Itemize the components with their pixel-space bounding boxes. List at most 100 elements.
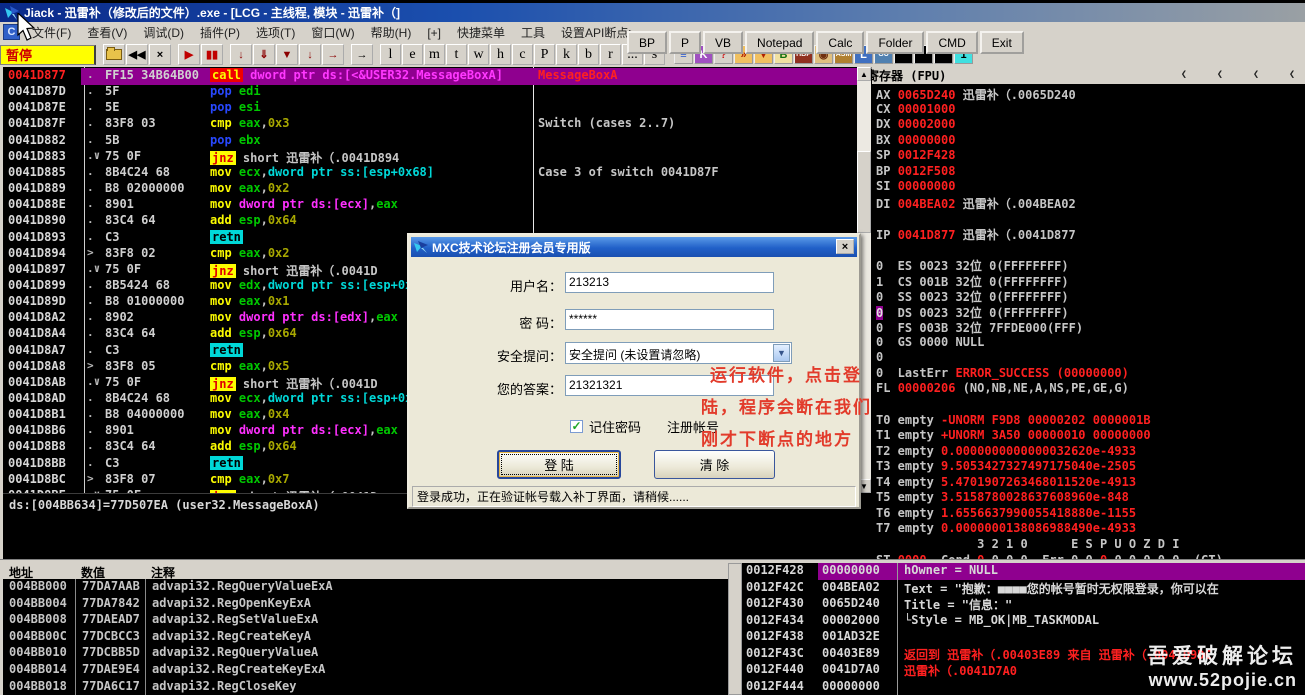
tool-icon[interactable]: → bbox=[351, 44, 373, 65]
close-icon[interactable]: × bbox=[836, 239, 854, 254]
disasm-row[interactable]: 0041D883.∨75 0Fjnz short 迅雷补（.0041D894 bbox=[3, 149, 857, 166]
password-input[interactable]: ****** bbox=[565, 309, 774, 330]
tool-icon[interactable]: ↓ bbox=[230, 44, 252, 65]
dump-row[interactable]: 004BB01477DAE9E4advapi32.RegCreateKeyExA bbox=[3, 662, 728, 679]
register-line[interactable]: AX 0065D240 迅雷补（.0065D240 bbox=[876, 86, 1076, 102]
tool-icon[interactable]: → bbox=[322, 44, 344, 65]
menu-item[interactable]: 工具 bbox=[513, 22, 553, 43]
scroll-up-arrow[interactable]: ▲ bbox=[857, 67, 871, 81]
stack-row[interactable]: 0012F42800000000hOwner = NULL bbox=[742, 563, 1305, 580]
disasm-row[interactable]: 0041D890.83C4 64add esp,0x64 bbox=[3, 213, 857, 230]
quick-button-cmd[interactable]: CMD bbox=[926, 31, 977, 54]
quick-button-notepad[interactable]: Notepad bbox=[745, 31, 814, 54]
register-line[interactable]: BP 0012F508 bbox=[876, 164, 955, 180]
login-button[interactable]: 登 陆 bbox=[497, 450, 621, 479]
disasm-row[interactable]: 0041D882.5Bpop ebx bbox=[3, 133, 857, 150]
register-line[interactable]: SP 0012F428 bbox=[876, 148, 955, 164]
register-line[interactable]: 0 LastErr ERROR_SUCCESS (00000000) bbox=[876, 366, 1129, 382]
register-line[interactable]: 0 SS 0023 32位 0(FFFFFFFF) bbox=[876, 288, 1069, 304]
register-line[interactable]: SI 00000000 bbox=[876, 179, 955, 195]
tool-icon[interactable]: ↓ bbox=[299, 44, 321, 65]
register-line[interactable]: T0 empty -UNORM F9D8 00000202 0000001B bbox=[876, 413, 1151, 429]
scroll-thumb[interactable] bbox=[857, 151, 871, 233]
menu-item[interactable]: 插件(P) bbox=[192, 22, 248, 43]
dump-row[interactable]: 004BB00477DA7842advapi32.RegOpenKeyExA bbox=[3, 596, 728, 613]
registers-pane[interactable]: 寄存器 (FPU) ❮❮❮❮ AX 0065D240 迅雷补（.0065D240… bbox=[872, 67, 1305, 560]
tool-icon[interactable]: ▼ bbox=[276, 44, 298, 65]
dump-row[interactable]: 004BB00877DAEAD7advapi32.RegSetValueExA bbox=[3, 612, 728, 629]
register-line[interactable]: 0 DS 0023 32位 0(FFFFFFFF) bbox=[876, 304, 1069, 320]
register-line[interactable]: 1 CS 001B 32位 0(FFFFFFFF) bbox=[876, 273, 1069, 289]
quick-button-folder[interactable]: Folder bbox=[866, 31, 924, 54]
quick-button-exit[interactable]: Exit bbox=[980, 31, 1024, 54]
menu-item[interactable]: 选项(T) bbox=[248, 22, 303, 43]
register-line[interactable]: T4 empty 5.4701907263468011520e-4913 bbox=[876, 475, 1136, 491]
register-line[interactable]: 0 ES 0023 32位 0(FFFFFFFF) bbox=[876, 257, 1069, 273]
remember-password-checkbox[interactable]: ✓ bbox=[570, 420, 583, 433]
disasm-row[interactable]: 0041D885.8B4C24 68mov ecx,dword ptr ss:[… bbox=[3, 165, 857, 182]
dump-row[interactable]: 004BB01077DCBB5Dadvapi32.RegQueryValueA bbox=[3, 645, 728, 662]
pane-button-P[interactable]: P bbox=[534, 44, 555, 65]
stack-row[interactable]: 0012F43400002000└Style = MB_OK|MB_TASKMO… bbox=[742, 613, 1305, 630]
disasm-row[interactable]: 0041D88E.8901mov dword ptr ds:[ecx],eax bbox=[3, 197, 857, 214]
tool-icon[interactable]: × bbox=[149, 44, 171, 65]
register-line[interactable]: 0 GS 0000 NULL bbox=[876, 335, 984, 351]
disasm-row[interactable]: 0041D877.FF15 34B64B00call dword ptr ds:… bbox=[3, 68, 857, 85]
pane-button-r[interactable]: r bbox=[600, 44, 621, 65]
menu-item[interactable]: 帮助(H) bbox=[363, 22, 420, 43]
tool-icon[interactable]: ⇓ bbox=[253, 44, 275, 65]
stack-row[interactable]: 0012F4300065D240Title = "信息：" bbox=[742, 596, 1305, 613]
quick-button-vb[interactable]: VB bbox=[703, 31, 743, 54]
register-line[interactable]: IP 0041D877 迅雷补（.0041D877 bbox=[876, 226, 1076, 242]
register-line[interactable]: T7 empty 0.0000000138086988490e-4933 bbox=[876, 521, 1136, 537]
register-line[interactable]: BX 00000000 bbox=[876, 133, 955, 149]
menu-item[interactable]: [+] bbox=[419, 24, 449, 42]
pane-button-e[interactable]: e bbox=[402, 44, 423, 65]
tool-icon[interactable]: ◀◀ bbox=[126, 44, 148, 65]
menu-item[interactable]: 调试(D) bbox=[135, 22, 192, 43]
open-file-icon[interactable] bbox=[103, 44, 125, 65]
pane-button-t[interactable]: t bbox=[446, 44, 467, 65]
dialog-title-bar[interactable]: MXC技术论坛注册会员专用版 × bbox=[411, 237, 857, 257]
chevron-down-icon[interactable]: ▼ bbox=[773, 344, 790, 362]
pane-button-w[interactable]: w bbox=[468, 44, 489, 65]
stack-row[interactable]: 0012F42C004BEA02Text = "抱歉：■■■■您的帐号暂时无权限… bbox=[742, 580, 1305, 597]
dump-row[interactable]: 004BB00077DA7AABadvapi32.RegQueryValueEx… bbox=[3, 579, 728, 596]
register-line[interactable]: DX 00002000 bbox=[876, 117, 955, 133]
pane-button-m[interactable]: m bbox=[424, 44, 445, 65]
register-line[interactable]: 3 2 1 0 E S P U O Z D I bbox=[876, 537, 1179, 553]
register-line[interactable]: T6 empty 1.6556637990055418880e-1155 bbox=[876, 506, 1136, 522]
pane-button-b[interactable]: b bbox=[578, 44, 599, 65]
registers-scroll-arrows[interactable]: ❮❮❮❮ bbox=[1181, 69, 1295, 80]
tool-icon[interactable]: ▮▮ bbox=[201, 44, 223, 65]
quick-button-bp[interactable]: BP bbox=[627, 31, 667, 54]
disasm-row[interactable]: 0041D889.B8 02000000mov eax,0x2 bbox=[3, 181, 857, 198]
register-line[interactable]: T3 empty 9.5053427327497175040e-2505 bbox=[876, 459, 1136, 475]
register-line[interactable]: DI 004BEA02 迅雷补（.004BEA02 bbox=[876, 195, 1076, 211]
dump-scrollbar[interactable] bbox=[728, 563, 742, 695]
dump-row[interactable]: 004BB00C77DCBCC3advapi32.RegCreateKeyA bbox=[3, 629, 728, 646]
pane-button-k[interactable]: k bbox=[556, 44, 577, 65]
quick-button-calc[interactable]: Calc bbox=[816, 31, 864, 54]
disasm-row[interactable]: 0041D87D.5Fpop edi bbox=[3, 84, 857, 101]
register-line[interactable]: FL 00000206 (NO,NB,NE,A,NS,PE,GE,G) bbox=[876, 381, 1129, 397]
pane-button-c[interactable]: c bbox=[512, 44, 533, 65]
tool-icon[interactable]: ▶ bbox=[178, 44, 200, 65]
register-line[interactable]: 0 FS 003B 32位 7FFDE000(FFF) bbox=[876, 319, 1083, 335]
pane-button-h[interactable]: h bbox=[490, 44, 511, 65]
menu-item[interactable]: 快捷菜单 bbox=[449, 22, 513, 43]
quick-button-p[interactable]: P bbox=[669, 31, 701, 54]
register-line[interactable]: T5 empty 3.5158780028637608960e-848 bbox=[876, 490, 1129, 506]
disasm-row[interactable]: 0041D87F.83F8 03cmp eax,0x3Switch (cases… bbox=[3, 116, 857, 133]
register-line[interactable]: CX 00001000 bbox=[876, 102, 955, 118]
register-line[interactable]: T2 empty 0.0000000000000032620e-4933 bbox=[876, 444, 1136, 460]
memory-dump-pane[interactable]: 地址 数值 注释 004BB00077DA7AABadvapi32.RegQue… bbox=[3, 563, 728, 695]
register-line[interactable]: T1 empty +UNORM 3A50 00000010 00000000 bbox=[876, 428, 1151, 444]
disasm-row[interactable]: 0041D87E.5Epop esi bbox=[3, 100, 857, 117]
username-input[interactable]: 213213 bbox=[565, 272, 774, 293]
dump-row[interactable]: 004BB01877DA6C17advapi32.RegCloseKey bbox=[3, 679, 728, 695]
pane-button-l[interactable]: l bbox=[380, 44, 401, 65]
menu-item[interactable]: 窗口(W) bbox=[303, 22, 362, 43]
clear-button[interactable]: 清 除 bbox=[654, 450, 775, 479]
menu-item[interactable]: 查看(V) bbox=[79, 22, 135, 43]
